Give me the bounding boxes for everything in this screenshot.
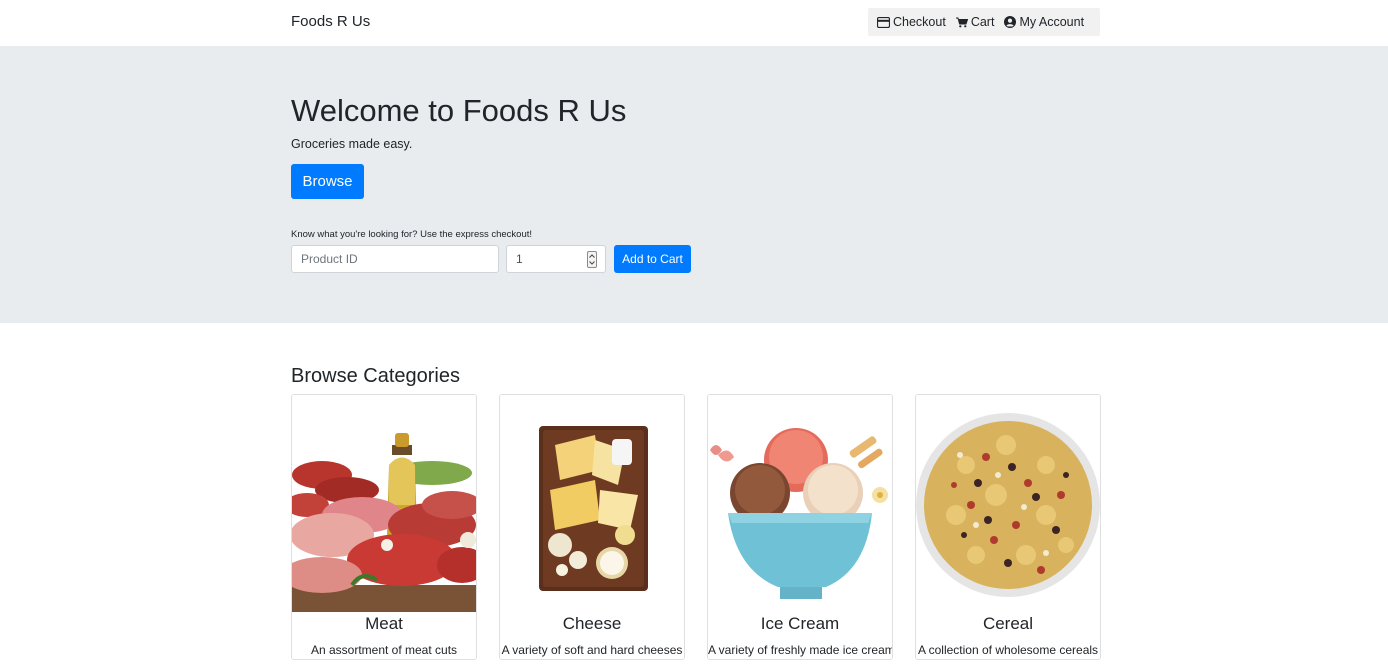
category-card-cereal[interactable]: Cereal A collection of wholesome cereals xyxy=(915,394,1101,660)
quantity-value: 1 xyxy=(516,252,523,266)
hero-jumbotron: Welcome to Foods R Us Groceries made eas… xyxy=(0,47,1388,323)
nav-links: Checkout Cart My Account xyxy=(868,8,1100,36)
nav-cart-link[interactable]: Cart xyxy=(955,14,995,30)
brand-logo[interactable]: Foods R Us xyxy=(291,12,370,32)
nav-account-label: My Account xyxy=(1019,15,1085,29)
shopping-cart-icon xyxy=(955,17,968,27)
credit-card-icon xyxy=(877,16,890,28)
category-description: A collection of wholesome cereals xyxy=(917,643,1099,657)
quantity-stepper[interactable] xyxy=(587,251,597,268)
cereal-image xyxy=(916,395,1100,612)
nav-checkout-label: Checkout xyxy=(893,15,946,29)
category-name: Cheese xyxy=(562,614,622,633)
category-name: Cereal xyxy=(982,614,1034,633)
hero-subtitle: Groceries made easy. xyxy=(291,137,413,151)
category-name: Meat xyxy=(365,614,403,633)
category-description: An assortment of meat cuts xyxy=(310,643,458,657)
browse-button[interactable]: Browse xyxy=(291,164,364,199)
browse-categories-heading: Browse Categories xyxy=(291,365,460,387)
chevron-up-icon[interactable] xyxy=(589,254,595,258)
category-card-ice-cream[interactable]: Ice Cream A variety of freshly made ice … xyxy=(707,394,893,660)
meat-image xyxy=(292,395,476,612)
nav-cart-label: Cart xyxy=(970,15,995,29)
category-card-cheese[interactable]: Cheese A variety of soft and hard cheese… xyxy=(499,394,685,660)
ice-cream-image xyxy=(708,395,892,612)
hero-title: Welcome to Foods R Us xyxy=(291,93,627,128)
category-name: Ice Cream xyxy=(760,614,840,633)
category-card-meat[interactable]: Meat An assortment of meat cuts xyxy=(291,394,477,660)
nav-checkout-link[interactable]: Checkout xyxy=(877,14,946,30)
chevron-down-icon[interactable] xyxy=(589,261,595,265)
express-checkout-label: Know what you're looking for? Use the ex… xyxy=(291,229,533,240)
product-id-input[interactable] xyxy=(291,245,499,273)
category-description: A variety of soft and hard cheeses xyxy=(501,643,683,657)
cheese-image xyxy=(500,395,684,612)
navbar: Foods R Us Checkout Cart My Account xyxy=(0,0,1388,47)
quantity-input[interactable]: 1 xyxy=(506,245,606,273)
category-description: A variety of freshly made ice cream xyxy=(708,643,893,657)
nav-account-link[interactable]: My Account xyxy=(1004,14,1084,30)
add-to-cart-button[interactable]: Add to Cart xyxy=(614,245,691,273)
user-circle-icon xyxy=(1004,16,1017,28)
